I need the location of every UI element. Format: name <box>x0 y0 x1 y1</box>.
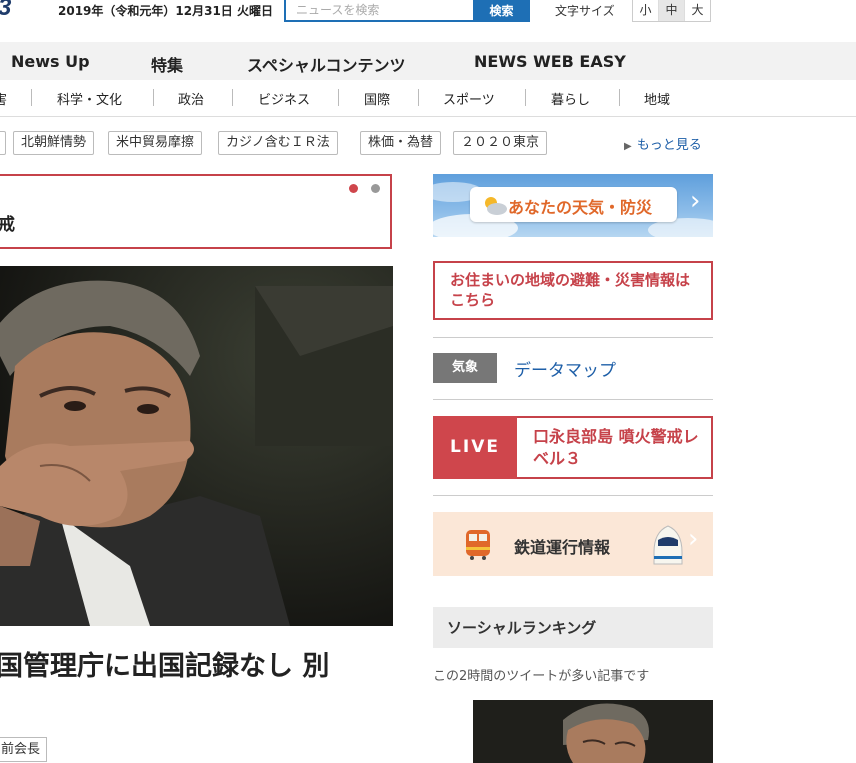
category-divider <box>525 89 526 106</box>
category-divider <box>31 89 32 106</box>
triangle-right-icon: ▶ <box>624 141 632 152</box>
data-map-link[interactable]: データマップ <box>514 356 616 381</box>
category-life[interactable]: 暮らし <box>551 89 590 108</box>
font-size-label: 文字サイズ <box>555 4 615 18</box>
nav-item-special-contents[interactable]: スペシャルコンテンツ <box>247 52 406 76</box>
tag-tokyo-2020[interactable]: ２０２０東京 <box>453 131 548 155</box>
tag-partial[interactable] <box>0 131 6 155</box>
headline-carousel[interactable] <box>0 174 392 249</box>
carousel-dot-active[interactable] <box>349 184 358 193</box>
search-button[interactable]: 検索 <box>473 0 530 22</box>
main-nav-bar <box>0 42 856 80</box>
shinkansen-icon <box>653 525 683 565</box>
chevron-right-icon: › <box>690 186 701 216</box>
tag-stocks-forex[interactable]: 株価・為替 <box>360 131 442 155</box>
evacuation-info-label: お住まいの地域の避難・災害情報はこちら <box>450 271 691 309</box>
ranking-thumbnail-illustration <box>473 700 713 763</box>
tag-us-china-trade[interactable]: 米中貿易摩擦 <box>108 131 203 155</box>
more-link-label: もっと見る <box>636 138 702 153</box>
divider <box>433 337 713 338</box>
font-size-small-button[interactable]: 小 <box>633 0 659 21</box>
social-ranking-description: この2時間のツイートが多い記事です <box>433 669 650 684</box>
tag-north-korea[interactable]: 北朝鮮情勢 <box>13 131 95 155</box>
headline-text[interactable]: 戒 <box>0 210 15 235</box>
font-size-large-button[interactable]: 大 <box>685 0 710 21</box>
weather-banner-label: あなたの天気・防災 <box>508 198 653 217</box>
carousel-dot[interactable] <box>371 184 380 193</box>
article-photo[interactable] <box>0 266 393 626</box>
tag-casino-ir[interactable]: カジノ含むＩＲ法 <box>218 131 338 155</box>
social-ranking-title: ソーシャルランキング <box>447 619 597 637</box>
site-logo[interactable]: 3 <box>0 0 11 22</box>
font-size-selector: 小 中 大 <box>632 0 711 22</box>
font-size-medium-button[interactable]: 中 <box>659 0 685 21</box>
category-bottom-border <box>0 116 856 117</box>
category-divider <box>338 89 339 106</box>
nav-item-news-up[interactable]: News Up <box>11 52 90 71</box>
search-input[interactable] <box>284 0 473 22</box>
person-tag[interactable]: 前会長 <box>0 737 48 762</box>
category-politics[interactable]: 政治 <box>178 89 204 108</box>
category-divider <box>619 89 620 106</box>
divider <box>433 399 713 400</box>
current-date: 2019年（令和元年）12月31日 火曜日 <box>58 4 273 18</box>
sun-cloud-icon <box>485 197 507 215</box>
nav-item-news-web-easy[interactable]: NEWS WEB EASY <box>474 52 626 71</box>
category-saigai[interactable]: 害 <box>0 89 7 108</box>
chevron-right-icon: › <box>688 524 699 554</box>
category-divider <box>232 89 233 106</box>
category-business[interactable]: ビジネス <box>258 89 310 108</box>
local-train-icon <box>466 530 490 560</box>
category-divider <box>153 89 154 106</box>
category-science-culture[interactable]: 科学・文化 <box>57 89 122 108</box>
live-news-title[interactable]: 口永良部島 噴火警戒レベル３ <box>533 426 703 470</box>
more-tags-link[interactable]: ▶ もっと見る <box>624 134 702 153</box>
ranking-thumbnail[interactable] <box>473 700 713 763</box>
category-sports[interactable]: スポーツ <box>443 89 495 108</box>
train-status-label: 鉄道運行情報 <box>514 538 611 557</box>
article-title[interactable]: 国管理庁に出国記録なし 別 <box>0 644 329 683</box>
category-region[interactable]: 地域 <box>644 89 670 108</box>
live-badge: LIVE <box>433 416 517 479</box>
category-international[interactable]: 国際 <box>364 89 390 108</box>
divider <box>433 495 713 496</box>
article-photo-illustration <box>0 266 393 626</box>
category-divider <box>418 89 419 106</box>
nav-item-tokushu[interactable]: 特集 <box>151 52 183 76</box>
weather-tag[interactable]: 気象 <box>433 353 497 383</box>
